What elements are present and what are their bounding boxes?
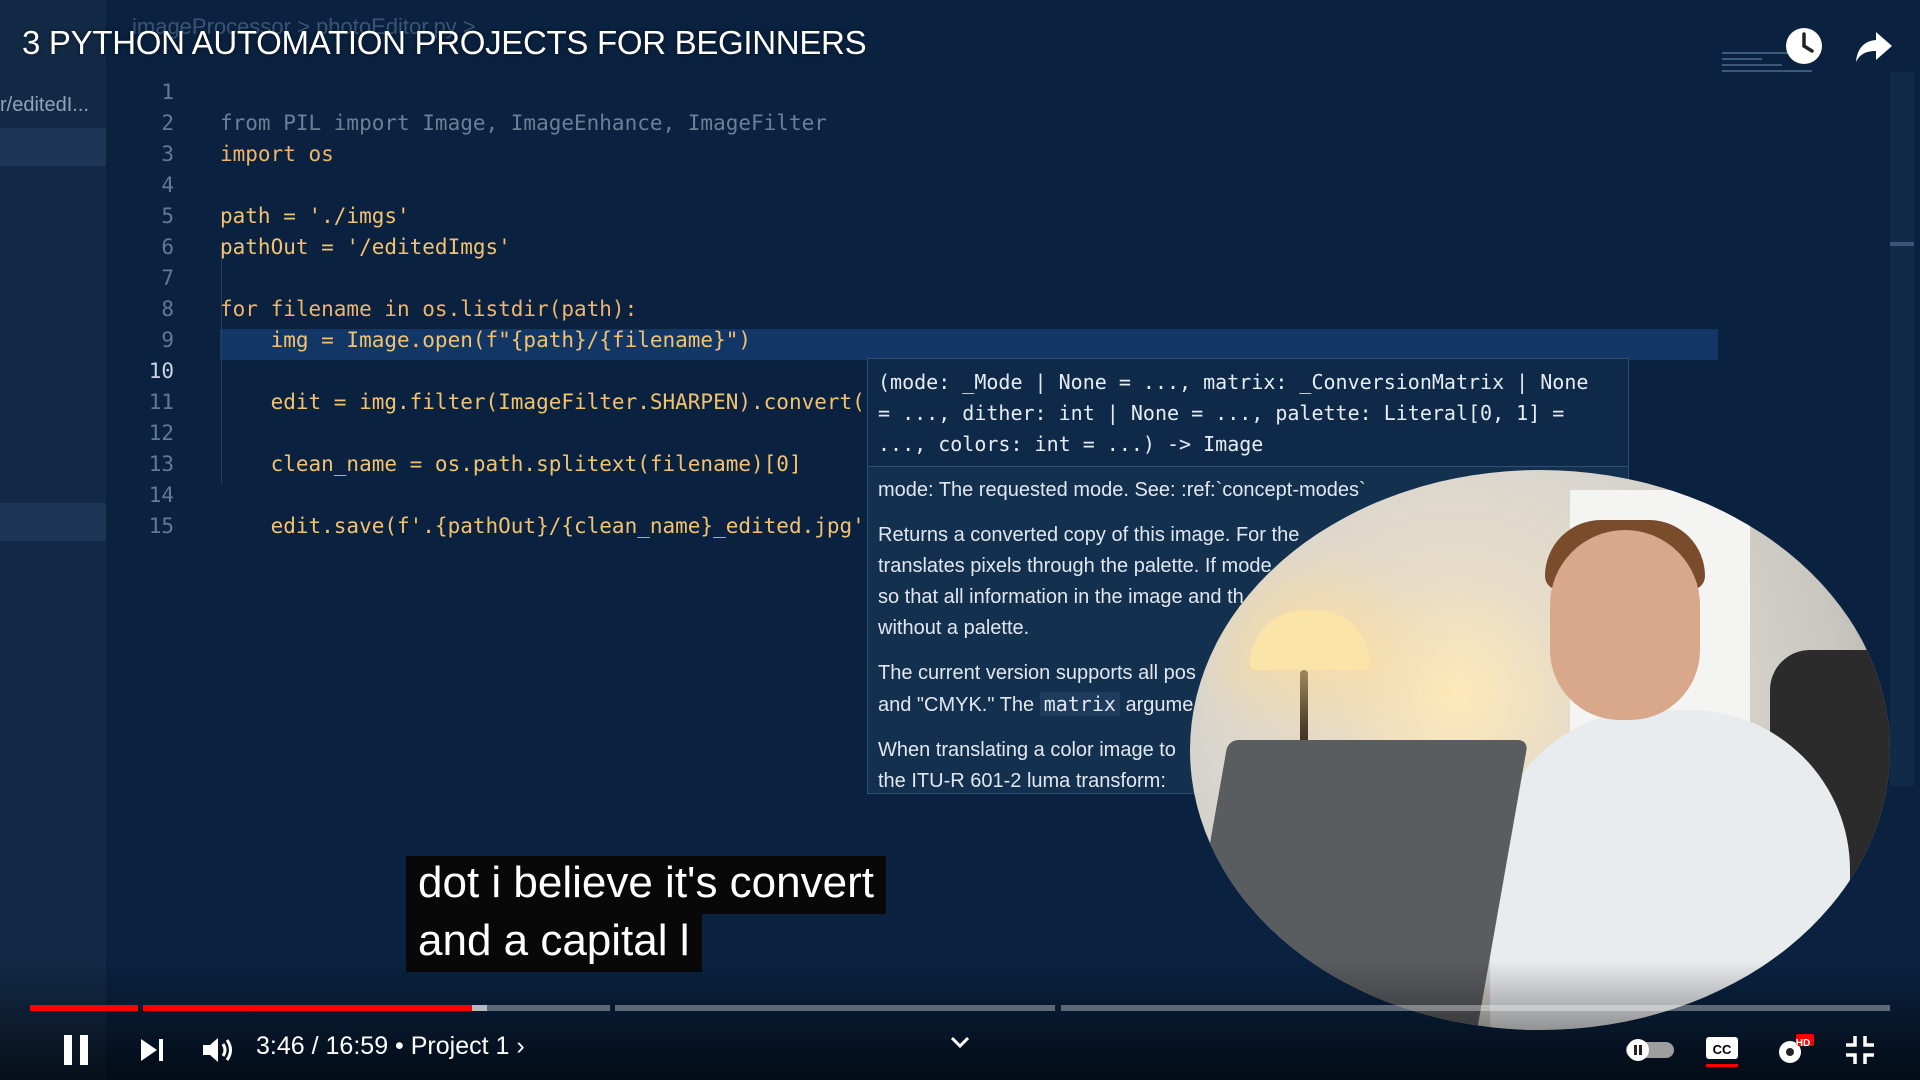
code-line[interactable]: 8 img = Image.open(f"{path}/{filename}") (0, 263, 751, 352)
caption-line: dot i believe it's convert (406, 856, 886, 914)
code-line-active[interactable]: 10 edit = img.filter(ImageFilter.SHARPEN… (0, 325, 903, 414)
line-text: path = './imgs' (220, 204, 410, 228)
line-number: 14 (148, 483, 174, 507)
line-text: clean_name = os.path.splitext(filename)[… (220, 452, 802, 476)
code-line[interactable]: 5 pathOut = '/editedImgs' (0, 170, 510, 259)
cam-person-head (1550, 530, 1700, 720)
code-line[interactable]: 9 (0, 294, 174, 352)
line-number: 11 (148, 390, 174, 414)
line-text: import os (220, 142, 334, 166)
doc-inline-code: matrix (1039, 692, 1120, 716)
line-number: 1 (161, 80, 174, 104)
played-bar (143, 1005, 472, 1011)
volume-button[interactable] (196, 1028, 240, 1072)
line-number: 13 (148, 452, 174, 476)
doc-line: the ITU-R 601-2 luma transform: (878, 770, 1166, 792)
autoplay-toggle[interactable] (1624, 1028, 1676, 1072)
line-number: 4 (161, 173, 174, 197)
hd-badge: HD (1795, 1038, 1811, 1049)
editor-scrollbar[interactable] (1890, 72, 1914, 786)
autoplay-toggle-icon (1626, 1039, 1674, 1061)
code-line[interactable]: 13 (0, 418, 174, 476)
clock-icon[interactable] (1782, 24, 1826, 68)
cc-button[interactable]: CC (1702, 1028, 1742, 1072)
line-text: pathOut = '/editedImgs' (220, 235, 511, 259)
chapter-separator: • (395, 1032, 411, 1060)
doc-line: The current version supports all pos (878, 662, 1196, 684)
code-line[interactable]: 4 path = './imgs' (0, 139, 409, 228)
scroll-thumb[interactable] (1890, 242, 1914, 246)
code-line[interactable]: 15 (0, 480, 174, 538)
doc-line: Returns a converted copy of this image. … (878, 524, 1300, 546)
code-line[interactable]: 3 (0, 108, 174, 166)
time-display[interactable]: 3:46 / 16:59 • Project 1 › (256, 1032, 525, 1061)
player-controls: 3:46 / 16:59 • Project 1 › CC HD (0, 1020, 1920, 1080)
signature-line: ..., colors: int = ...) -> Image (878, 432, 1264, 456)
current-time: 3:46 (256, 1032, 305, 1060)
doc-line: translates pixels through the palette. I… (878, 555, 1272, 577)
line-text: from PIL import Image, ImageEnhance, Ima… (220, 111, 827, 135)
doc-line: without a palette. (878, 617, 1030, 639)
played-bar (30, 1005, 138, 1011)
settings-button[interactable]: HD (1772, 1028, 1816, 1072)
line-number: 3 (161, 142, 174, 166)
captions-box: dot i believe it's convert and a capital… (406, 856, 886, 972)
time-separator: / (311, 1032, 326, 1060)
doc-line: so that all information in the image and… (878, 586, 1244, 608)
code-line[interactable]: 2 import os (0, 77, 333, 166)
doc-line: and "CMYK." The (878, 694, 1035, 716)
chapter-segment[interactable] (1061, 1005, 1890, 1011)
line-number: 7 (161, 266, 174, 290)
video-title[interactable]: 3 PYTHON AUTOMATION PROJECTS FOR BEGINNE… (22, 24, 867, 62)
next-button[interactable] (130, 1028, 174, 1072)
code-line[interactable]: 7 for filename in os.listdir(path): (0, 232, 637, 321)
webcam-overlay (1190, 470, 1890, 1030)
cc-icon: CC (1706, 1037, 1738, 1067)
pause-button[interactable] (54, 1028, 98, 1072)
total-time: 16:59 (325, 1032, 389, 1060)
cam-lamp (1250, 610, 1370, 670)
code-line[interactable]: 14 edit.save(f'.{pathOut}/{clean_name}_e… (0, 449, 878, 538)
chevron-down-icon[interactable] (948, 1020, 972, 1064)
chapter-chevron-icon: › (516, 1032, 525, 1060)
share-icon[interactable] (1852, 24, 1896, 68)
line-number: 9 (161, 328, 174, 352)
progress-bar[interactable] (30, 1005, 1890, 1011)
exit-fullscreen-button[interactable] (1838, 1028, 1882, 1072)
doc-line: argume (1125, 694, 1194, 716)
line-text: edit.save(f'.{pathOut}/{clean_name}_edit… (220, 514, 878, 538)
line-number: 15 (148, 514, 174, 538)
line-text: for filename in os.listdir(path): (220, 297, 638, 321)
line-number: 12 (148, 421, 174, 445)
line-number: 5 (161, 204, 174, 228)
signature-line: (mode: _Mode | None = ..., matrix: _Conv… (878, 370, 1589, 394)
pause-icon (64, 1035, 88, 1065)
line-number: 2 (161, 111, 174, 135)
line-text: img = Image.open(f"{path}/{filename}") (220, 328, 752, 352)
line-number: 10 (148, 359, 174, 383)
chapter-title[interactable]: Project 1 (411, 1032, 510, 1060)
line-number: 6 (161, 235, 174, 259)
code-line[interactable]: 12 clean_name = os.path.splitext(filenam… (0, 387, 802, 476)
signature-line: = ..., dither: int | None = ..., palette… (878, 401, 1565, 425)
svg-text:CC: CC (1713, 1042, 1732, 1057)
signature-help: (mode: _Mode | None = ..., matrix: _Conv… (868, 359, 1628, 467)
line-text: edit = img.filter(ImageFilter.SHARPEN).c… (220, 390, 903, 414)
exit-fullscreen-icon (1846, 1036, 1874, 1064)
volume-icon (203, 1038, 232, 1062)
code-line[interactable]: 6 (0, 201, 174, 259)
doc-line: When translating a color image to (878, 739, 1176, 761)
next-icon (141, 1039, 163, 1061)
chapter-segment[interactable] (615, 1005, 1055, 1011)
code-line[interactable]: 11 (0, 356, 174, 414)
line-number: 8 (161, 297, 174, 321)
